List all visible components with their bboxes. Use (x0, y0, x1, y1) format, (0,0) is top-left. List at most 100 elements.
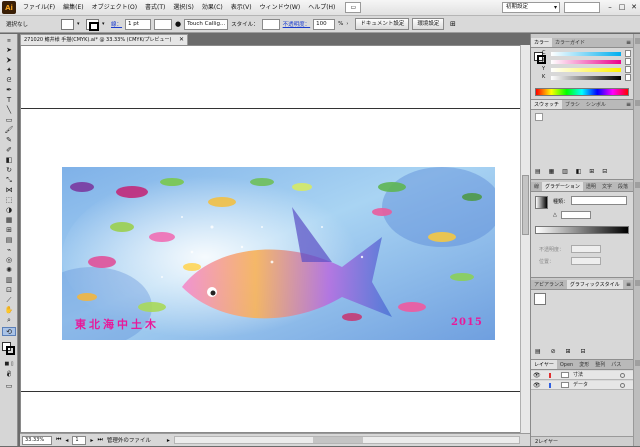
slice-tool-icon[interactable]: ⟋ (2, 296, 16, 305)
magic-wand-tool-icon[interactable]: ✦ (2, 66, 16, 75)
cyan-slider[interactable]: C (542, 50, 631, 57)
fill-swatch[interactable] (61, 18, 74, 30)
panel-menu-icon[interactable]: ≡ (626, 38, 631, 48)
tab-transform[interactable]: 変形 (576, 360, 592, 369)
tab-transparency[interactable]: 透明 (583, 182, 599, 191)
color-spectrum-bar[interactable] (535, 88, 629, 96)
chevron-down-icon[interactable]: ▾ (77, 19, 83, 30)
gradient-angle-field[interactable] (561, 211, 591, 219)
default-graphic-style[interactable] (534, 293, 546, 305)
workspace-select[interactable]: 初期設定 (502, 2, 560, 13)
gradient-preview[interactable] (535, 196, 548, 209)
perspective-grid-tool-icon[interactable]: ▦ (2, 216, 16, 225)
document-setup-button[interactable]: ドキュメント設定 (355, 18, 410, 30)
tab-brushes[interactable]: ブラシ (562, 100, 583, 109)
maximize-button[interactable]: □ (616, 2, 628, 13)
prev-artboard-icon[interactable]: ◂ (65, 437, 68, 444)
eraser-tool-icon[interactable]: ◧ (2, 156, 16, 165)
arrange-icon[interactable]: ⊞ (447, 19, 458, 30)
menu-help[interactable]: ヘルプ(H) (304, 0, 339, 16)
tab-appearance[interactable]: アピアランス (531, 280, 567, 289)
artwork-image[interactable]: 東北海中土木 2015 (62, 167, 495, 340)
menu-select[interactable]: 選択(S) (169, 0, 198, 16)
panel-group-icon[interactable] (635, 280, 640, 286)
horizontal-scrollbar[interactable] (173, 436, 520, 444)
black-slider[interactable]: K (542, 74, 631, 81)
paintbrush-tool-icon[interactable]: 🖌 (2, 126, 16, 135)
stroke-color-icon[interactable] (6, 346, 15, 355)
chevron-down-icon[interactable]: ▾ (102, 19, 108, 30)
opacity-label[interactable]: 不透明度： (283, 20, 311, 28)
panel-menu-icon[interactable]: ≡ (626, 280, 631, 290)
draw-mode-icon[interactable]: ◐ (2, 371, 16, 380)
panel-group-icon[interactable] (635, 360, 640, 366)
close-icon[interactable]: ✕ (179, 35, 184, 45)
next-artboard-icon[interactable]: ▸ (90, 437, 93, 444)
tab-stroke[interactable]: 線 (531, 182, 542, 191)
yellow-slider[interactable]: Y (542, 66, 631, 73)
menu-window[interactable]: ウィンドウ(W) (256, 0, 305, 16)
selection-tool-icon[interactable]: ➤ (2, 46, 16, 55)
screen-mode-icon[interactable]: ▭ (2, 382, 16, 391)
tab-align[interactable]: 整列 (592, 360, 608, 369)
gradient-type-select[interactable] (571, 196, 627, 205)
scale-tool-icon[interactable]: ⤡ (2, 176, 16, 185)
close-button[interactable]: ✕ (628, 2, 640, 13)
variable-width-field[interactable] (154, 18, 173, 30)
horizontal-scrollbar-thumb[interactable] (312, 437, 363, 443)
rectangle-tool-icon[interactable]: ▭ (2, 116, 16, 125)
visibility-eye-icon[interactable]: 👁 (533, 381, 541, 390)
layer-name[interactable]: 寸法 (573, 371, 583, 380)
mesh-tool-icon[interactable]: ⊞ (2, 226, 16, 235)
tab-swatches[interactable]: スウォッチ (531, 100, 563, 109)
layer-target-icon[interactable] (620, 373, 625, 378)
chevron-right-icon[interactable]: › (346, 19, 352, 30)
gradient-slider[interactable] (535, 226, 629, 234)
panel-menu-icon[interactable]: ≡ (626, 100, 631, 110)
collapse-panels-icon[interactable] (635, 38, 640, 44)
menu-type[interactable]: 書式(T) (141, 0, 169, 16)
zoom-tool-icon[interactable]: ⌕ (2, 316, 16, 325)
document-tab[interactable]: 271020 鰭井様 手描(CMYK).ai* @ 33.33% (CMYK/プ… (20, 34, 188, 45)
tab-character[interactable]: 文字 (599, 182, 615, 191)
tab-open[interactable]: Open (557, 360, 576, 369)
shape-builder-tool-icon[interactable]: ◑ (2, 206, 16, 215)
blend-tool-icon[interactable]: ◎ (2, 256, 16, 265)
tab-color[interactable]: カラー (531, 38, 553, 47)
active-tool-icon[interactable]: ⟲ (2, 327, 16, 336)
stroke-weight-field[interactable]: 1 pt (125, 18, 152, 30)
type-tool-icon[interactable]: T (2, 96, 16, 105)
tab-color-guide[interactable]: カラーガイド (552, 38, 588, 47)
status-menu-icon[interactable]: ▸ (167, 437, 170, 444)
artboard-number-field[interactable]: 1 (72, 435, 87, 445)
graphic-style-field[interactable] (261, 18, 280, 30)
layer-target-icon[interactable] (620, 383, 625, 388)
tab-graphic-styles[interactable]: グラフィックスタイル (566, 280, 623, 289)
eyedropper-tool-icon[interactable]: ⌁ (2, 246, 16, 255)
zoom-field[interactable]: 33.33% (22, 435, 52, 445)
stroke-swatch[interactable] (86, 18, 99, 31)
width-tool-icon[interactable]: ⋈ (2, 186, 16, 195)
layer-name[interactable]: データ (573, 381, 588, 390)
opacity-field[interactable]: 100 (313, 18, 336, 30)
minimize-button[interactable]: – (604, 2, 616, 13)
first-artboard-icon[interactable]: ⏮ (56, 436, 61, 444)
last-artboard-icon[interactable]: ⏭ (97, 436, 102, 444)
column-graph-tool-icon[interactable]: ▥ (2, 276, 16, 285)
artboard-tool-icon[interactable]: ⊡ (2, 286, 16, 295)
lasso-tool-icon[interactable]: ᘓ (2, 76, 16, 85)
tab-gradient[interactable]: グラデーション (542, 182, 583, 191)
tab-pathfinder[interactable]: パス (608, 360, 624, 369)
search-input[interactable] (564, 2, 600, 13)
panel-group-icon[interactable] (635, 182, 640, 188)
tab-symbols[interactable]: シンボル (583, 100, 609, 109)
tab-paragraph[interactable]: 段落 (615, 182, 631, 191)
screen-mode-button[interactable]: ▭ (345, 2, 362, 13)
magenta-slider[interactable]: M (542, 58, 631, 65)
visibility-eye-icon[interactable]: 👁 (533, 371, 541, 380)
pencil-tool-icon[interactable]: ✎ (2, 136, 16, 145)
menu-file[interactable]: ファイル(F) (19, 0, 59, 16)
menu-edit[interactable]: 編集(E) (59, 0, 87, 16)
color-mode-icon[interactable]: ■ ▯ ⊘ (2, 360, 16, 376)
menu-effect[interactable]: 効果(C) (198, 0, 227, 16)
